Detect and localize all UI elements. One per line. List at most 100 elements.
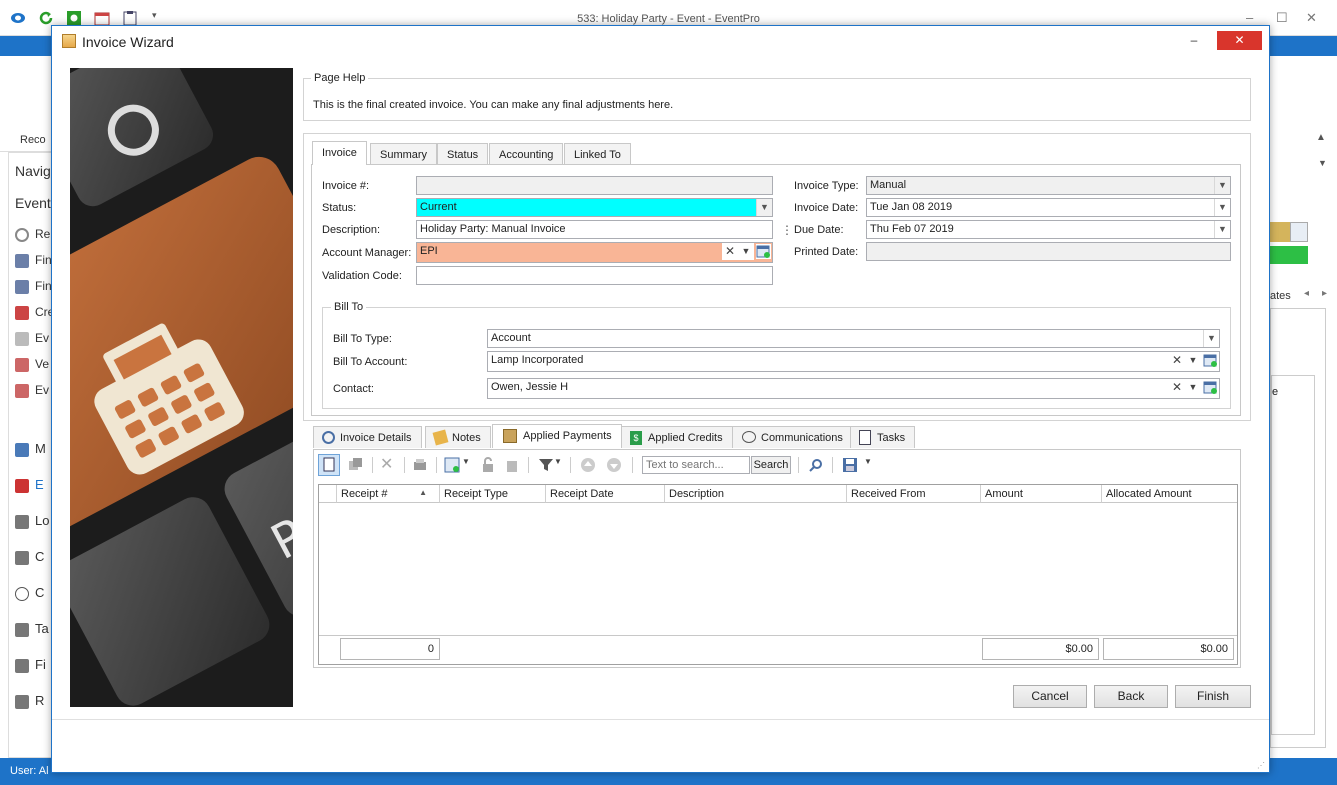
app-maximize-button[interactable]: ☐: [1276, 10, 1288, 26]
invoice-type-select[interactable]: Manual ▼: [866, 176, 1231, 195]
nav-item[interactable]: Cre: [15, 305, 55, 320]
chevron-down-icon[interactable]: ▼: [756, 199, 772, 216]
nav-item[interactable]: Fin: [15, 253, 55, 268]
move-up-icon[interactable]: [580, 457, 596, 473]
find-icon[interactable]: [808, 457, 824, 473]
app-minimize-button[interactable]: –: [1246, 10, 1253, 25]
column-header-receipt-number[interactable]: Receipt # ▲: [337, 485, 440, 503]
finish-button[interactable]: Finish: [1175, 685, 1251, 708]
app-close-button[interactable]: ✕: [1306, 10, 1317, 26]
tab-applied-credits[interactable]: $ Applied Credits: [621, 426, 733, 448]
invoice-type-value: Manual: [870, 179, 907, 191]
invoice-date-picker[interactable]: Tue Jan 08 2019 ▼: [866, 198, 1231, 217]
back-button[interactable]: Back: [1094, 685, 1168, 708]
invoice-number-field[interactable]: [416, 176, 773, 195]
column-header-receipt-date[interactable]: Receipt Date: [546, 485, 665, 503]
search-button[interactable]: Search: [751, 456, 791, 474]
clear-icon[interactable]: ✕: [722, 243, 738, 260]
chevron-down-icon[interactable]: ▼: [738, 243, 754, 260]
nav-item[interactable]: C: [15, 585, 55, 601]
account-manager-field[interactable]: EPI ✕ ▼: [416, 242, 773, 263]
navigation-header: Navig: [15, 163, 51, 179]
lookup-icon[interactable]: [1290, 222, 1308, 242]
column-header-allocated-amount[interactable]: Allocated Amount: [1102, 485, 1237, 503]
nav-item[interactable]: Fi: [15, 657, 55, 673]
tab-status[interactable]: Status: [437, 143, 489, 165]
chevron-down-icon[interactable]: ▼: [864, 457, 880, 473]
chevron-down-icon[interactable]: ▼: [1214, 177, 1230, 194]
printed-date-field[interactable]: [866, 242, 1231, 261]
nav-item[interactable]: Ev: [15, 383, 55, 398]
lookup-icon[interactable]: [1203, 353, 1218, 368]
chevron-down-icon[interactable]: ▼: [1214, 221, 1230, 238]
home-icon: [15, 442, 29, 457]
nav-item[interactable]: Fin: [15, 279, 55, 294]
search-input[interactable]: [642, 456, 750, 474]
chevron-left-icon[interactable]: ◂: [1304, 288, 1309, 299]
nav-item[interactable]: R: [15, 693, 55, 709]
toolbar-separator: [436, 457, 437, 473]
validation-code-label: Validation Code:: [322, 270, 402, 282]
dialog-minimize-button[interactable]: –: [1179, 31, 1209, 50]
filter-icon[interactable]: [538, 457, 554, 473]
delete-icon[interactable]: ✕: [380, 457, 396, 473]
column-header-receipt-type[interactable]: Receipt Type: [440, 485, 546, 503]
chevron-down-icon[interactable]: ▼: [462, 457, 478, 473]
chevron-down-icon[interactable]: ▼: [1185, 352, 1201, 369]
nav-item[interactable]: Lo: [15, 513, 55, 529]
copy-icon[interactable]: [348, 457, 364, 473]
bill-to-type-select[interactable]: Account ▼: [487, 329, 1220, 348]
calendar-icon: [15, 357, 29, 372]
status-select[interactable]: Current ▼: [416, 198, 773, 217]
due-date-picker[interactable]: Thu Feb 07 2019 ▼: [866, 220, 1231, 239]
nav-item[interactable]: C: [15, 549, 55, 565]
chevron-down-icon[interactable]: ▼: [1203, 330, 1219, 347]
nav-item[interactable]: Ve: [15, 357, 55, 372]
dialog-close-button[interactable]: ✕: [1217, 31, 1262, 50]
save-layout-icon[interactable]: [842, 457, 858, 473]
nav-item[interactable]: Ta: [15, 621, 55, 637]
clear-icon[interactable]: ✕: [1169, 379, 1185, 396]
nav-item[interactable]: E: [15, 477, 55, 493]
cancel-button[interactable]: Cancel: [1013, 685, 1087, 708]
lookup-icon[interactable]: [1203, 380, 1218, 395]
tab-summary[interactable]: Summary: [370, 143, 438, 165]
nav-item[interactable]: Ev: [15, 331, 55, 346]
chevron-right-icon[interactable]: ▸: [1322, 288, 1327, 299]
collapse-ribbon-icon[interactable]: ▲: [1316, 132, 1326, 143]
contact-field[interactable]: Owen, Jessie H ✕ ▼: [487, 378, 1220, 399]
tab-communications[interactable]: Communications: [732, 426, 853, 448]
new-record-icon[interactable]: [318, 454, 340, 476]
tab-tasks[interactable]: Tasks: [850, 426, 916, 448]
pin-icon: [15, 305, 29, 320]
clear-icon[interactable]: ✕: [1169, 352, 1185, 369]
column-header-amount[interactable]: Amount: [981, 485, 1102, 503]
column-header-description[interactable]: Description: [665, 485, 847, 503]
tab-invoice[interactable]: Invoice: [312, 141, 367, 165]
tab-invoice-details[interactable]: Invoice Details: [313, 426, 422, 448]
resize-grip-icon[interactable]: ⋰: [1257, 761, 1265, 770]
print-icon[interactable]: [412, 457, 428, 473]
tab-notes[interactable]: Notes: [425, 426, 491, 448]
tab-applied-payments[interactable]: Applied Payments: [492, 424, 622, 448]
lock-icon[interactable]: [504, 457, 520, 473]
description-label: Description:: [322, 224, 381, 236]
chevron-down-icon[interactable]: ▼: [1318, 158, 1327, 168]
bill-to-account-field[interactable]: Lamp Incorporated ✕ ▼: [487, 351, 1220, 372]
splitter-grip-icon[interactable]: ⋮: [781, 223, 793, 237]
nav-item[interactable]: M: [15, 441, 55, 457]
nav-item[interactable]: Re: [15, 227, 55, 242]
chevron-down-icon[interactable]: ▼: [1185, 379, 1201, 396]
tab-accounting[interactable]: Accounting: [489, 143, 564, 165]
move-down-icon[interactable]: [606, 457, 622, 473]
chevron-down-icon[interactable]: ▼: [554, 457, 570, 473]
unlock-icon[interactable]: [480, 457, 496, 473]
lookup-icon[interactable]: [756, 244, 771, 259]
validation-code-field[interactable]: [416, 266, 773, 285]
tab-linked-to[interactable]: Linked To: [564, 143, 631, 165]
column-header-received-from[interactable]: Received From: [847, 485, 981, 503]
contact-value: Owen, Jessie H: [491, 381, 569, 393]
description-field[interactable]: Holiday Party: Manual Invoice: [416, 220, 773, 239]
chevron-down-icon[interactable]: ▼: [1214, 199, 1230, 216]
columns-icon[interactable]: [444, 457, 460, 473]
